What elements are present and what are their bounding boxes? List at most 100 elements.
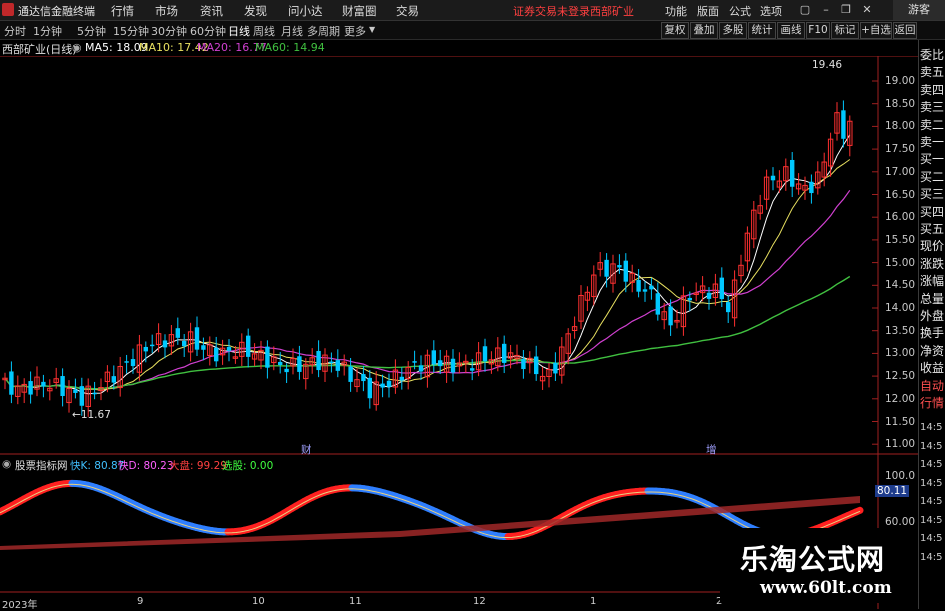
menu-options[interactable]: 选项 [760,3,782,19]
period-1min[interactable]: 1分钟 [33,23,62,39]
fast-d-value: 快D: 80.23 [118,458,174,473]
price-axis-tick: 11.50 [885,416,915,428]
date-axis-tick: 12 [473,596,486,607]
candle-body-down [41,382,45,387]
back-button[interactable]: 返回 [893,22,917,39]
quote-panel: 委比卖五卖四卖三卖二卖一买一买二买三买四买五现价涨跌涨幅总量外盘换手净资收益自动… [918,40,945,609]
high-price-label: 19.46 [812,59,842,71]
quote-field-label[interactable]: 行情 [920,394,944,411]
period-more[interactable]: 更多 [344,23,366,39]
candle-body-down [144,347,148,351]
more-dropdown-icon[interactable]: ▼ [369,25,375,34]
quote-field-label: 买四 [920,203,944,220]
multi-stock-button[interactable]: 多股 [719,22,747,39]
candle-body-down [246,336,250,357]
candle-body-down [643,289,647,291]
fullscreen-icon[interactable]: ▢ [797,2,813,17]
menu-item-quotes[interactable]: 行情 [111,3,134,19]
menu-function[interactable]: 功能 [665,3,687,19]
login-notice[interactable]: 证券交易未登录 [513,3,590,19]
app-title: 通达信金融终端 [18,3,95,19]
menu-item-news[interactable]: 资讯 [200,3,223,19]
menu-item-market[interactable]: 市场 [155,3,178,19]
indicator-settings-icon[interactable]: ◉ [2,458,11,470]
price-axis-tick: 15.00 [885,257,915,269]
candle-body-down [649,286,653,290]
tick-time-label: 14:5 [920,515,942,526]
period-monthly[interactable]: 月线 [281,23,303,39]
market-value: 大盘: 99.29 [169,458,227,473]
minimize-icon[interactable]: – [818,2,834,17]
tick-time-label: 14:5 [920,552,942,563]
overlay-button[interactable]: 叠加 [690,22,718,39]
quote-field-label: 卖一 [920,133,944,150]
period-timeshare[interactable]: 分时 [4,23,26,39]
candle-body-down [553,363,557,374]
candle-body-down [720,278,724,299]
candle-body-down [438,360,442,366]
quote-field-label: 卖三 [920,98,944,115]
menu-layout[interactable]: 版面 [697,3,719,19]
quote-field-label: 买三 [920,185,944,202]
candle-body-down [636,280,640,292]
event-marker-cai[interactable]: 财 [301,442,312,457]
period-weekly[interactable]: 周线 [253,23,275,39]
menu-formula[interactable]: 公式 [729,3,751,19]
tick-time-label: 14:5 [920,441,942,452]
candle-body-down [771,176,775,181]
period-30min[interactable]: 30分钟 [151,23,187,39]
tick-time-label: 14:5 [920,422,942,433]
candle-body-down [419,365,423,371]
draw-line-button[interactable]: 画线 [777,22,805,39]
chart-title: 西部矿业(日线) [2,41,77,57]
period-60min[interactable]: 60分钟 [190,23,226,39]
ma-info-line: 西部矿业(日线) ◉ MA5: 18.09 MA10: 17.42 MA20: … [0,40,880,56]
indicator-name: 股票指标网 [15,458,68,473]
chart-canvas[interactable] [0,56,918,609]
candlestick-series [3,100,852,416]
adjust-button[interactable]: 复权 [661,22,689,39]
price-axis-tick: 18.00 [885,120,915,132]
candle-body-down [329,362,333,364]
candle-body-down [604,260,608,277]
add-watchlist-button[interactable]: +自选 [860,22,892,39]
quote-field-label: 买一 [920,150,944,167]
price-axis-tick: 16.00 [885,211,915,223]
pick-value: 选股: 0.00 [222,458,273,473]
candle-body-down [348,366,352,381]
settings-circle-icon[interactable]: ◉ [72,41,82,54]
f10-button[interactable]: F10 [806,22,830,39]
period-5min[interactable]: 5分钟 [77,23,106,39]
quote-field-label[interactable]: 自动 [920,377,944,394]
menu-item-discover[interactable]: 发现 [244,3,267,19]
menu-item-trade[interactable]: 交易 [396,3,419,19]
menu-item-wealth[interactable]: 财富圈 [342,3,377,19]
quote-field-label: 收益 [920,359,944,376]
menu-item-ask[interactable]: 问小达 [288,3,323,19]
date-axis-tick: 11 [349,596,362,607]
candle-body-down [470,368,474,371]
watermark-url: www.60lt.com [760,578,892,598]
restore-icon[interactable]: ❐ [838,2,854,17]
current-stock: 西部矿业 [590,3,634,19]
guest-button[interactable]: 游客 [893,0,945,20]
stats-button[interactable]: 统计 [748,22,776,39]
candle-body-down [150,345,154,347]
quote-field-label: 换手 [920,324,944,341]
quote-field-label: 外盘 [920,307,944,324]
period-daily[interactable]: 日线 [228,23,250,39]
candle-body-down [534,357,538,375]
period-multi[interactable]: 多周期 [307,23,340,39]
candle-body-down [227,347,231,351]
price-axis-tick: 17.50 [885,143,915,155]
price-axis-tick: 17.00 [885,166,915,178]
candle-body-down [112,376,116,382]
close-icon[interactable]: ✕ [859,2,875,17]
candle-body-down [124,361,128,363]
price-axis-tick: 18.50 [885,98,915,110]
event-marker-zeng[interactable]: 增 [706,442,717,457]
candle-body-down [624,261,628,282]
period-15min[interactable]: 15分钟 [113,23,149,39]
mark-button[interactable]: 标记 [831,22,859,39]
quote-field-label: 买五 [920,220,944,237]
